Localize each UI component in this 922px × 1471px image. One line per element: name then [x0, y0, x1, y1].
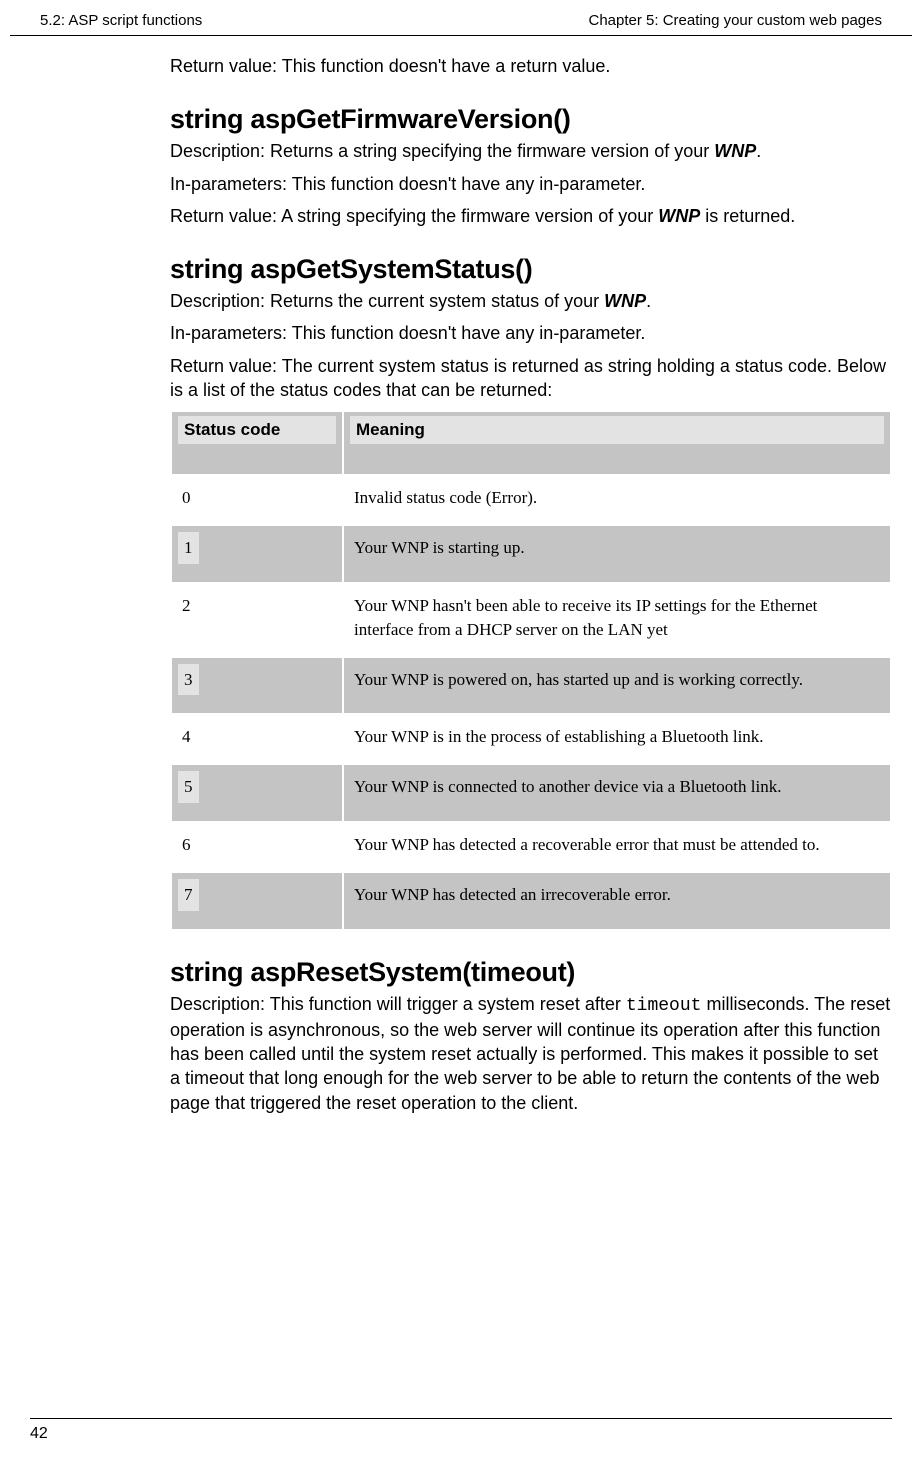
fn1-desc-pre: Description: Returns a string specifying…	[170, 141, 714, 161]
table-row: 7 Your WNP has detected an irrecoverable…	[172, 873, 890, 929]
meaning-cell: Your WNP is connected to another device …	[344, 765, 890, 821]
header-left: 5.2: ASP script functions	[40, 12, 202, 29]
fn3-desc-code: timeout	[626, 996, 702, 1016]
fn1-ret-wnp: WNP	[658, 206, 700, 226]
fn1-inparameters: In-parameters: This function doesn't hav…	[170, 172, 892, 196]
fn2-description: Description: Returns the current system …	[170, 289, 892, 313]
table-header-status-code-label: Status code	[178, 416, 336, 444]
table-row: 6 Your WNP has detected a recoverable er…	[172, 823, 890, 871]
heading-aspgetfirmwareversion: string aspGetFirmwareVersion()	[170, 104, 892, 135]
table-row: 3 Your WNP is powered on, has started up…	[172, 658, 890, 714]
status-code-value: 7	[178, 879, 199, 911]
heading-aspgetsystemstatus: string aspGetSystemStatus()	[170, 254, 892, 285]
page-number: 42	[30, 1425, 48, 1442]
table-row: 4 Your WNP is in the process of establis…	[172, 715, 890, 763]
fn1-ret-pre: Return value: A string specifying the fi…	[170, 206, 658, 226]
fn2-desc-pre: Description: Returns the current system …	[170, 291, 604, 311]
status-code-cell: 1	[172, 526, 342, 582]
table-header-meaning: Meaning	[344, 412, 890, 474]
fn2-return-value: Return value: The current system status …	[170, 354, 892, 403]
fn1-desc-wnp: WNP	[714, 141, 756, 161]
table-row: 5 Your WNP is connected to another devic…	[172, 765, 890, 821]
status-code-cell: 2	[172, 584, 342, 656]
fn3-description: Description: This function will trigger …	[170, 992, 892, 1115]
table-row: 1 Your WNP is starting up.	[172, 526, 890, 582]
header-right: Chapter 5: Creating your custom web page…	[589, 12, 883, 29]
table-header-meaning-label: Meaning	[350, 416, 884, 444]
meaning-cell: Invalid status code (Error).	[344, 476, 890, 524]
status-code-value: 1	[178, 532, 199, 564]
status-code-cell: 4	[172, 715, 342, 763]
fn1-description: Description: Returns a string specifying…	[170, 139, 892, 163]
status-code-table: Status code Meaning 0 Invalid status cod…	[170, 410, 892, 930]
fn2-desc-wnp: WNP	[604, 291, 646, 311]
fn2-desc-post: .	[646, 291, 651, 311]
meaning-cell: Your WNP is in the process of establishi…	[344, 715, 890, 763]
meaning-cell: Your WNP hasn't been able to receive its…	[344, 584, 890, 656]
intro-return-value: Return value: This function doesn't have…	[170, 54, 892, 78]
fn2-inparameters: In-parameters: This function doesn't hav…	[170, 321, 892, 345]
table-row: 2 Your WNP hasn't been able to receive i…	[172, 584, 890, 656]
status-code-cell: 7	[172, 873, 342, 929]
fn1-return-value: Return value: A string specifying the fi…	[170, 204, 892, 228]
status-code-cell: 3	[172, 658, 342, 714]
meaning-cell: Your WNP is starting up.	[344, 526, 890, 582]
status-code-value: 3	[178, 664, 199, 696]
page-header: 5.2: ASP script functions Chapter 5: Cre…	[10, 0, 912, 36]
fn3-desc-pre: Description: This function will trigger …	[170, 994, 626, 1014]
fn1-ret-post: is returned.	[700, 206, 795, 226]
heading-aspresetsystem: string aspResetSystem(timeout)	[170, 957, 892, 988]
page-content: Return value: This function doesn't have…	[0, 36, 922, 1115]
meaning-cell: Your WNP is powered on, has started up a…	[344, 658, 890, 714]
meaning-cell: Your WNP has detected a recoverable erro…	[344, 823, 890, 871]
status-code-cell: 0	[172, 476, 342, 524]
status-code-cell: 5	[172, 765, 342, 821]
fn1-desc-post: .	[756, 141, 761, 161]
status-code-cell: 6	[172, 823, 342, 871]
meaning-cell: Your WNP has detected an irrecoverable e…	[344, 873, 890, 929]
table-header-status-code: Status code	[172, 412, 342, 474]
table-row: 0 Invalid status code (Error).	[172, 476, 890, 524]
page-footer: 42	[30, 1418, 892, 1443]
status-code-value: 5	[178, 771, 199, 803]
